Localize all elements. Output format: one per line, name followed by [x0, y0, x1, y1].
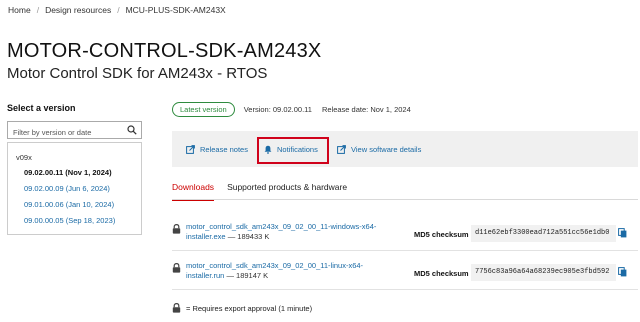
- latest-version-badge: Latest version: [172, 102, 235, 117]
- version-filter-input[interactable]: [8, 124, 120, 141]
- md5-label: MD5 checksum: [414, 269, 469, 278]
- export-approval-text: = Requires export approval (1 minute): [186, 303, 313, 313]
- md5-value[interactable]: d11e62ebf3300ead712a551cc56e1db0: [471, 225, 616, 242]
- notifications-highlight-box: [257, 137, 329, 164]
- view-software-details-label: View software details: [351, 145, 422, 154]
- release-notes-label: Release notes: [200, 145, 248, 154]
- file-name-line1: motor_control_sdk_am243x_09_02_00_11-win…: [186, 222, 377, 231]
- page-title: MOTOR-CONTROL-SDK-AM243X: [7, 40, 322, 62]
- file-name-line1: motor_control_sdk_am243x_09_02_00_11-lin…: [186, 261, 364, 270]
- version-item[interactable]: 09.01.00.06 (Jan 10, 2024): [24, 200, 141, 209]
- breadcrumb-current[interactable]: MCU-PLUS-SDK-AM243X: [126, 5, 226, 15]
- external-link-icon: [337, 145, 346, 154]
- view-software-details-link[interactable]: View software details: [337, 145, 421, 154]
- version-group-label: v09x: [16, 153, 32, 162]
- version-list: v09x 09.02.00.11 (Nov 1, 2024) 09.02.00.…: [7, 142, 142, 235]
- tabs-divider: [172, 199, 638, 200]
- copy-icon[interactable]: [618, 228, 627, 238]
- breadcrumb-design-resources[interactable]: Design resources: [45, 5, 111, 15]
- lock-icon: [172, 224, 181, 234]
- row-divider: [172, 289, 638, 290]
- version-select-label: Select a version: [7, 103, 76, 113]
- file-name-line2: installer.run: [186, 271, 225, 280]
- md5-label: MD5 checksum: [414, 230, 469, 239]
- version-meta: Latest version Version: 09.02.00.11 Rele…: [172, 102, 411, 117]
- file-size: — 189147 K: [224, 271, 269, 280]
- release-notes-link[interactable]: Release notes: [186, 145, 248, 154]
- file-size: — 189433 K: [225, 232, 270, 241]
- version-item[interactable]: 09.00.00.05 (Sep 18, 2023): [24, 216, 141, 225]
- file-name-line2: installer.exe: [186, 232, 226, 241]
- download-link-linux[interactable]: motor_control_sdk_am243x_09_02_00_11-lin…: [186, 261, 386, 281]
- search-icon[interactable]: [127, 125, 137, 135]
- breadcrumb: Home / Design resources / MCU-PLUS-SDK-A…: [8, 5, 226, 15]
- breadcrumb-separator: /: [117, 5, 120, 15]
- release-date-text: Release date: Nov 1, 2024: [321, 105, 411, 114]
- breadcrumb-home[interactable]: Home: [8, 5, 31, 15]
- export-approval-note: = Requires export approval (1 minute): [172, 303, 312, 313]
- md5-value[interactable]: 7756c83a96a64a68239ec905e3fbd592: [471, 264, 616, 281]
- row-divider: [172, 250, 638, 251]
- version-item-selected[interactable]: 09.02.00.11 (Nov 1, 2024): [24, 168, 141, 177]
- page-subtitle: Motor Control SDK for AM243x - RTOS: [7, 65, 268, 82]
- version-item[interactable]: 09.02.00.09 (Jun 6, 2024): [24, 184, 141, 193]
- external-link-icon: [186, 145, 195, 154]
- lock-icon: [172, 263, 181, 273]
- version-text: Version: 09.02.00.11: [243, 105, 312, 114]
- lock-icon: [172, 303, 181, 313]
- download-link-windows[interactable]: motor_control_sdk_am243x_09_02_00_11-win…: [186, 222, 386, 242]
- copy-icon[interactable]: [618, 267, 627, 277]
- version-filter: [7, 121, 142, 141]
- breadcrumb-separator: /: [36, 5, 40, 15]
